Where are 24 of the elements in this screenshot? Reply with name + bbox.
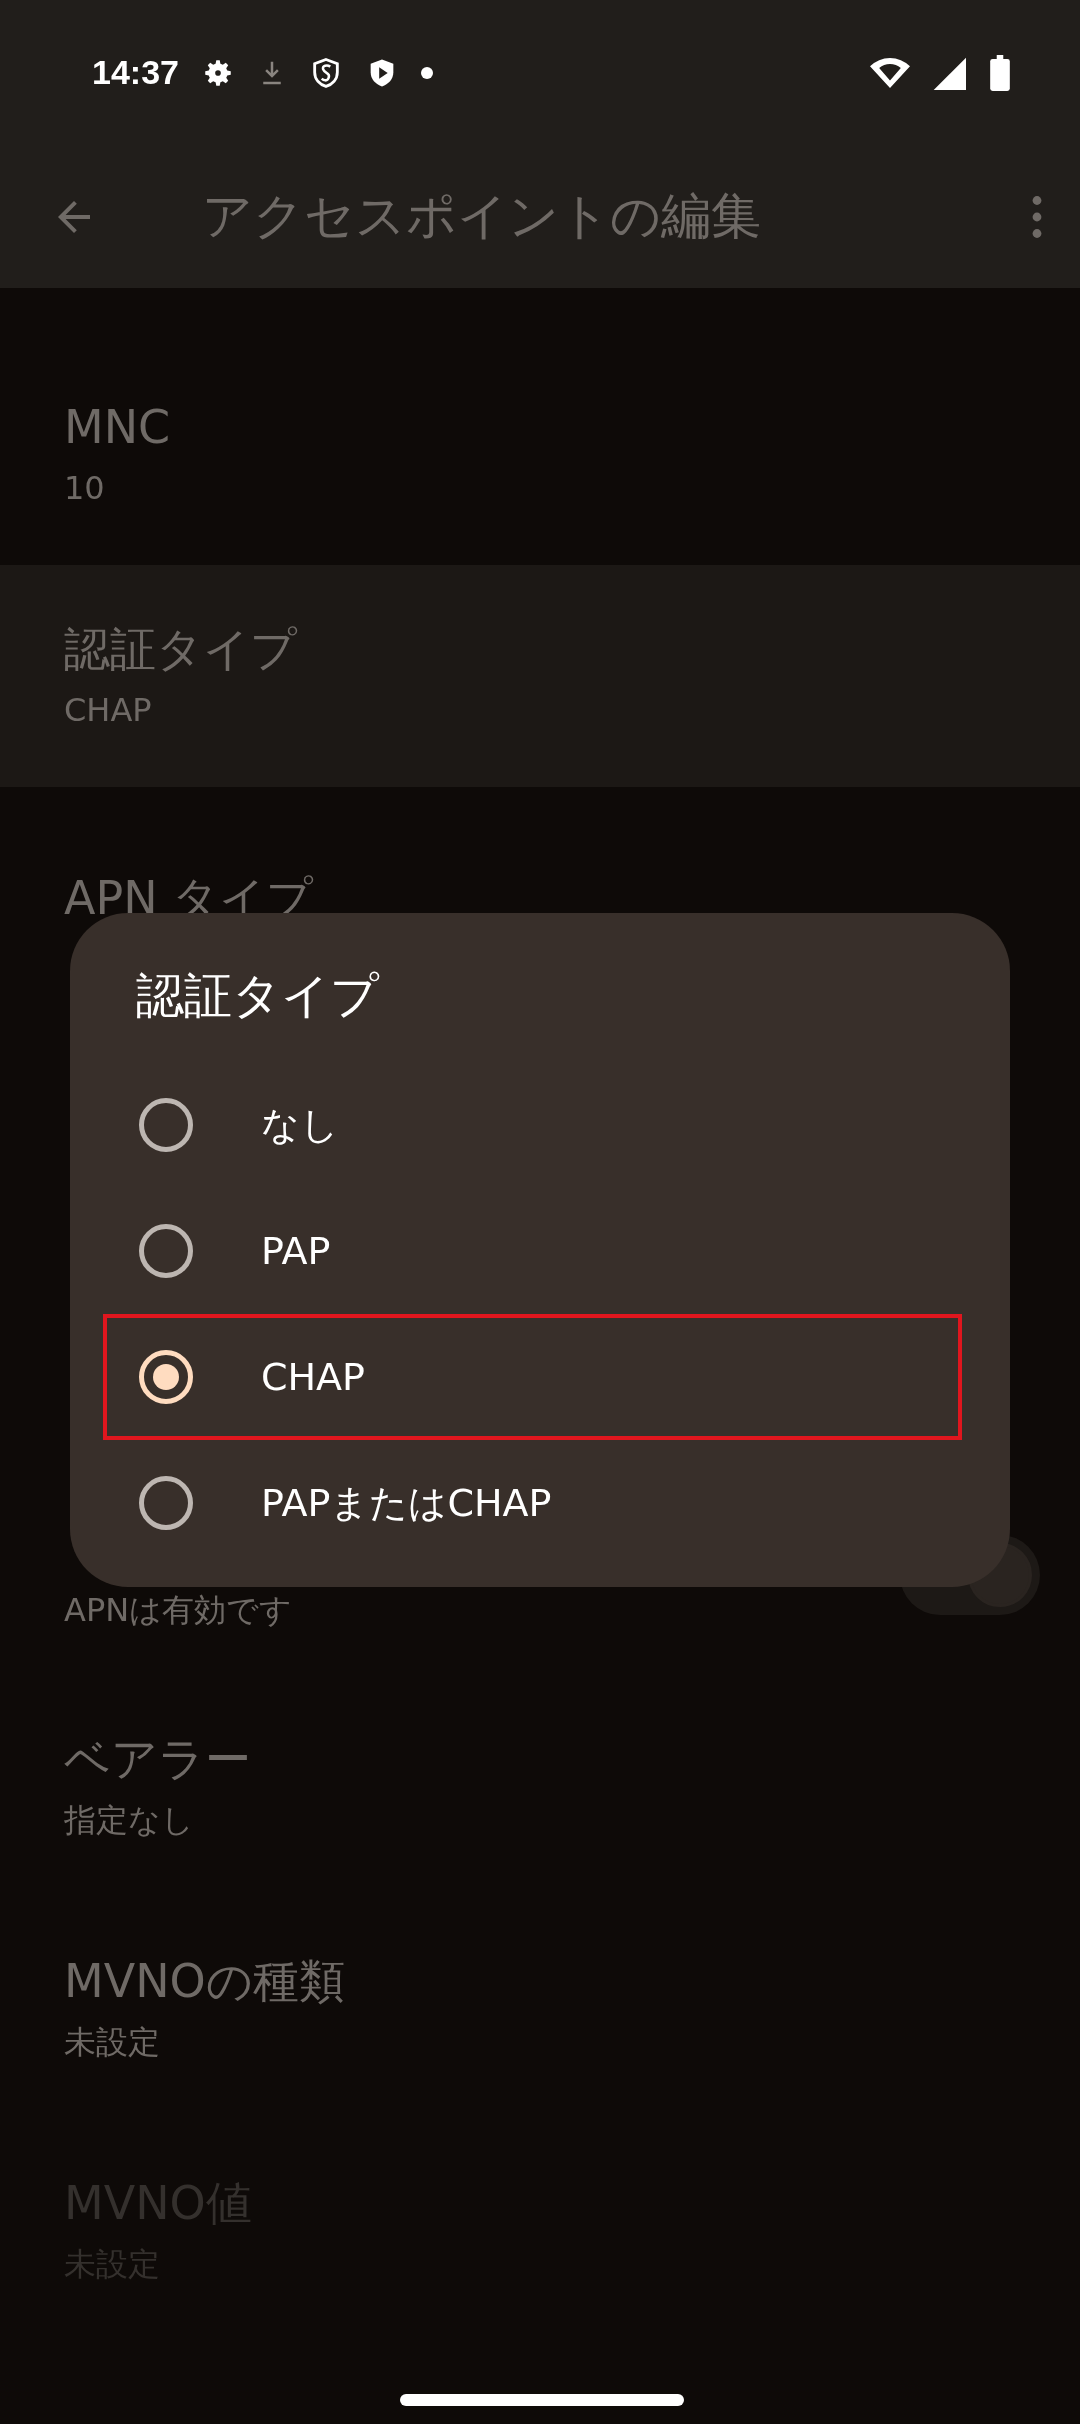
setting-value: 10 <box>64 468 106 509</box>
wifi-icon <box>870 55 910 90</box>
radio-option[interactable]: PAPまたはCHAP <box>103 1440 962 1566</box>
screen-title: アクセスポイントの編集 <box>202 186 762 247</box>
signal-icon <box>932 55 966 90</box>
radio-button[interactable] <box>139 1476 193 1530</box>
radio-option[interactable]: CHAP <box>103 1314 962 1440</box>
radio-option[interactable]: PAP <box>103 1188 962 1314</box>
more-options-icon[interactable] <box>1030 194 1044 239</box>
radio-option[interactable]: なし <box>103 1062 962 1188</box>
radio-button[interactable] <box>139 1224 193 1278</box>
radio-button[interactable] <box>139 1098 193 1152</box>
setting-value: APNは有効です <box>64 1590 294 1631</box>
status-time: 14:37 <box>92 53 179 92</box>
setting-title: 認証タイプ <box>64 621 299 678</box>
setting-value: 指定なし <box>64 1800 195 1841</box>
setting-value: 未設定 <box>64 2022 161 2063</box>
battery-icon <box>990 54 1010 91</box>
setting-title: MVNOの種類 <box>64 1953 346 2010</box>
dialog-title: 認証タイプ <box>135 966 381 1025</box>
dot-icon <box>420 66 433 79</box>
setting-title: MNC <box>64 399 172 456</box>
setting-value: CHAP <box>64 690 153 731</box>
setting-title: ベアラー <box>64 1731 252 1788</box>
